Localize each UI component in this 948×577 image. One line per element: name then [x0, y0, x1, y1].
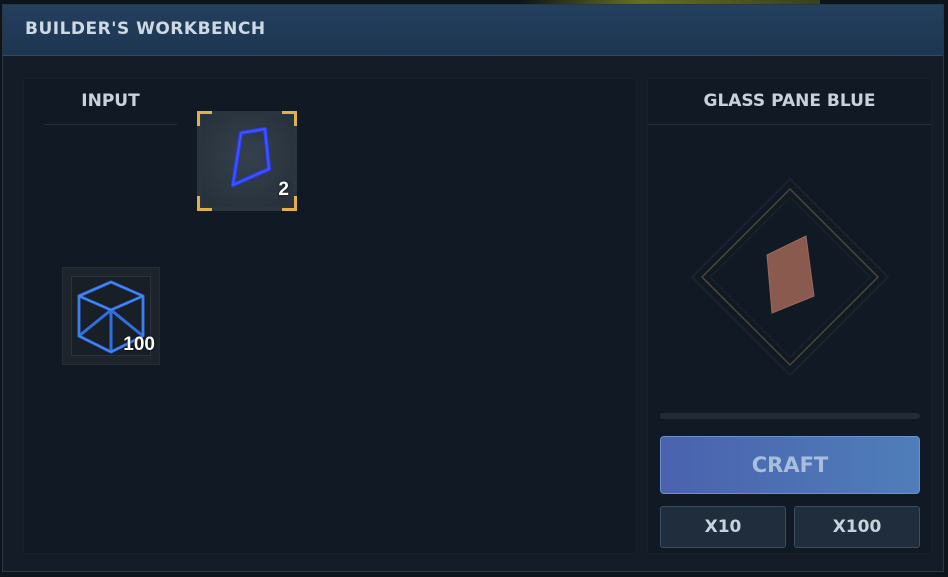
recipe-slot-glass-pane[interactable]: 2	[197, 111, 297, 211]
window-title: BUILDER'S WORKBENCH	[25, 19, 266, 39]
glass-pane-icon	[231, 127, 271, 187]
selection-corner	[282, 196, 297, 211]
craft-x10-button[interactable]: X10	[660, 506, 786, 548]
selection-corner	[197, 196, 212, 211]
title-bar: BUILDER'S WORKBENCH	[3, 5, 943, 56]
output-panel: GLASS PANE BLUE CRAFT X10 X100	[647, 78, 932, 554]
workbench-window: BUILDER'S WORKBENCH INPUT 2 100 GLASS PA…	[2, 4, 944, 572]
craft-x100-button[interactable]: X100	[794, 506, 920, 548]
input-header: INPUT	[44, 79, 177, 125]
craft-progress-bar	[660, 413, 920, 419]
glass-pane-preview-icon	[690, 177, 890, 377]
craft-button[interactable]: CRAFT	[660, 436, 920, 494]
resource-slot-frame[interactable]: 100	[62, 267, 160, 365]
resource-slot-count: 100	[123, 334, 155, 355]
output-item-name: GLASS PANE BLUE	[648, 79, 931, 125]
selection-corner	[197, 111, 212, 126]
selection-corner	[282, 111, 297, 126]
input-panel: INPUT 2 100	[23, 78, 637, 554]
